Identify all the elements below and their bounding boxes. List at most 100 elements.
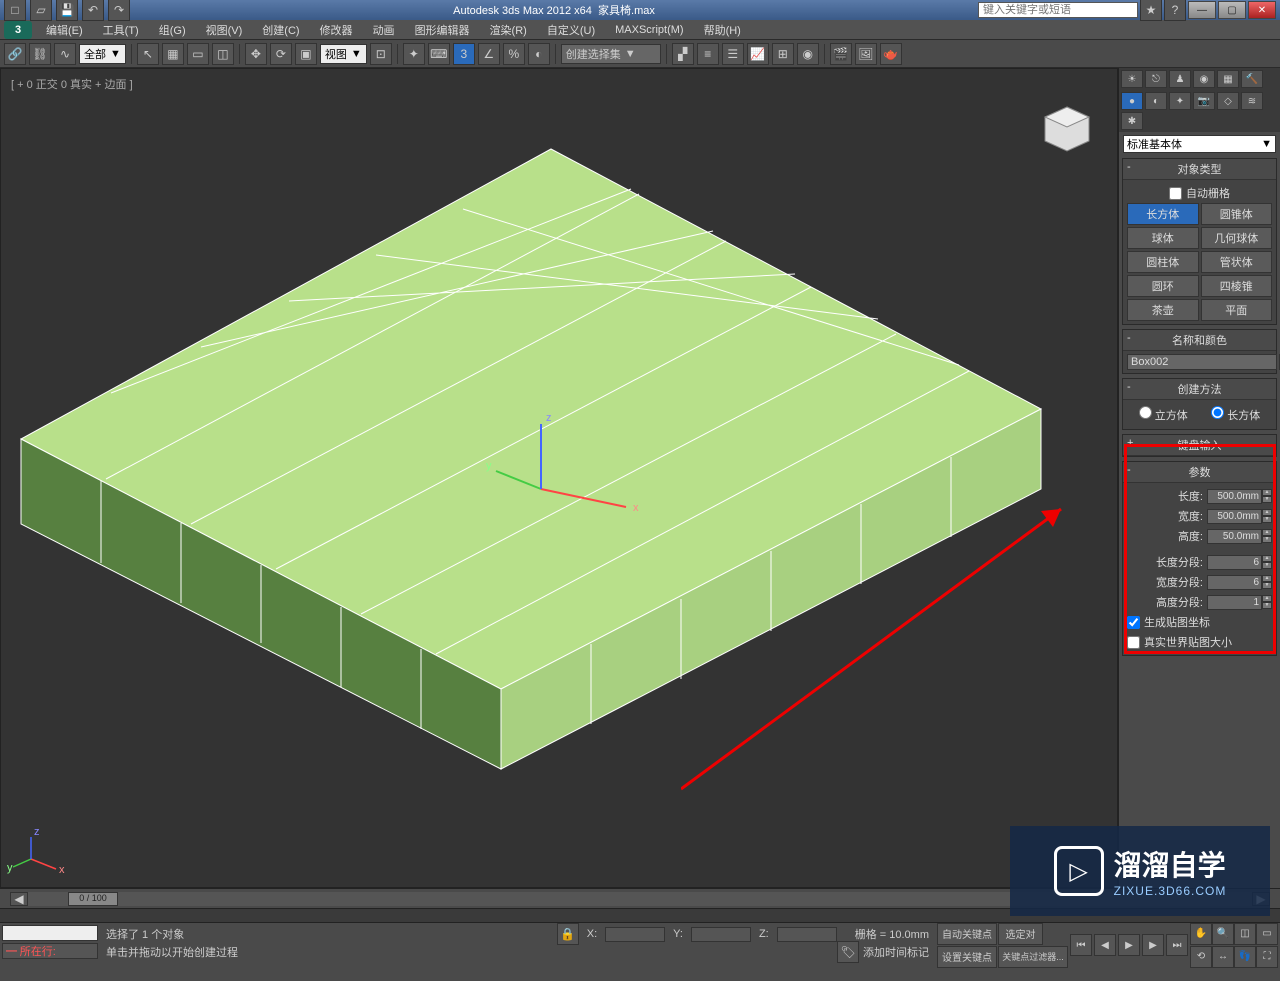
subtab-spacewarps-icon[interactable]: ≋ xyxy=(1241,92,1263,110)
select-name-icon[interactable]: ▦ xyxy=(162,43,184,65)
tab-motion-icon[interactable]: ◉ xyxy=(1193,70,1215,88)
menu-views[interactable]: 视图(V) xyxy=(196,20,253,40)
obj-torus-button[interactable]: 圆环 xyxy=(1127,275,1199,297)
play-icon[interactable]: ▶ xyxy=(1118,934,1140,956)
autokey-button[interactable]: 自动关键点 xyxy=(937,923,997,945)
angle-snap-icon[interactable]: ∠ xyxy=(478,43,500,65)
lock-icon[interactable]: 🔒 xyxy=(557,923,579,945)
viewport[interactable]: [ + 0 正交 0 真实 + 边面 ] xyxy=(0,68,1118,888)
menu-help[interactable]: 帮助(H) xyxy=(694,20,751,40)
menu-animation[interactable]: 动画 xyxy=(363,20,405,40)
obj-sphere-button[interactable]: 球体 xyxy=(1127,227,1199,249)
help-star-icon[interactable]: ★ xyxy=(1140,0,1162,21)
obj-plane-button[interactable]: 平面 xyxy=(1201,299,1273,321)
minimize-button[interactable]: — xyxy=(1188,1,1216,19)
menu-graph[interactable]: 图形编辑器 xyxy=(405,20,480,40)
goto-start-icon[interactable]: ⏮ xyxy=(1070,934,1092,956)
snap-toggle-icon[interactable]: 3 xyxy=(453,43,475,65)
select-icon[interactable]: ↖ xyxy=(137,43,159,65)
timetag-icon[interactable]: 🏷 xyxy=(837,941,859,963)
height-input[interactable] xyxy=(1207,529,1262,544)
tab-hierarchy-icon[interactable]: ♟ xyxy=(1169,70,1191,88)
wseg-input[interactable] xyxy=(1207,575,1262,590)
nav-pan-icon[interactable]: ✋ xyxy=(1190,923,1212,945)
nav-zoom-icon[interactable]: 🔍 xyxy=(1212,923,1234,945)
select-rect-icon[interactable]: ▭ xyxy=(187,43,209,65)
width-input[interactable] xyxy=(1207,509,1262,524)
app-icon[interactable]: 3 xyxy=(4,21,32,39)
obj-cone-button[interactable]: 圆锥体 xyxy=(1201,203,1273,225)
tab-create-icon[interactable]: ☀ xyxy=(1121,70,1143,88)
radio-box[interactable]: 长方体 xyxy=(1211,406,1260,423)
render-setup-icon[interactable]: 🎬 xyxy=(830,43,852,65)
object-name-input[interactable] xyxy=(1127,354,1277,370)
tab-utilities-icon[interactable]: 🔨 xyxy=(1241,70,1263,88)
menu-render[interactable]: 渲染(R) xyxy=(480,20,537,40)
move-icon[interactable]: ✥ xyxy=(245,43,267,65)
nav-max-icon[interactable]: ⛶ xyxy=(1256,946,1278,968)
add-timetag[interactable]: 添加时间标记 xyxy=(863,944,929,960)
subtab-shapes-icon[interactable]: ◐ xyxy=(1145,92,1167,110)
select-manip-icon[interactable]: ✦ xyxy=(403,43,425,65)
mirror-icon[interactable]: ▞ xyxy=(672,43,694,65)
coord-y[interactable] xyxy=(691,927,751,942)
subtab-cameras-icon[interactable]: 📷 xyxy=(1193,92,1215,110)
menu-modifiers[interactable]: 修改器 xyxy=(310,20,363,40)
length-up[interactable]: ▲ xyxy=(1262,489,1272,496)
menu-tools[interactable]: 工具(T) xyxy=(93,20,149,40)
scale-icon[interactable]: ▣ xyxy=(295,43,317,65)
rotate-icon[interactable]: ⟳ xyxy=(270,43,292,65)
refcoord-dropdown[interactable]: 视图▼ xyxy=(320,44,367,64)
curve-editor-icon[interactable]: 📈 xyxy=(747,43,769,65)
tab-display-icon[interactable]: ▦ xyxy=(1217,70,1239,88)
maximize-button[interactable]: ▢ xyxy=(1218,1,1246,19)
setkey-button[interactable]: 设置关键点 xyxy=(937,946,997,968)
unlink-icon[interactable]: ⛓ xyxy=(29,43,51,65)
help-icon[interactable]: ? xyxy=(1164,0,1186,21)
nav-region-icon[interactable]: ▭ xyxy=(1256,923,1278,945)
viewcube[interactable] xyxy=(1037,99,1097,159)
obj-box-button[interactable]: 长方体 xyxy=(1127,203,1199,225)
obj-teapot-button[interactable]: 茶壶 xyxy=(1127,299,1199,321)
nav-dolly-icon[interactable]: ↔ xyxy=(1212,946,1234,968)
radio-cube[interactable]: 立方体 xyxy=(1139,406,1188,423)
next-frame-icon[interactable]: ▶ xyxy=(1142,934,1164,956)
menu-customize[interactable]: 自定义(U) xyxy=(537,20,605,40)
percent-snap-icon[interactable]: % xyxy=(503,43,525,65)
selection-filter[interactable]: 全部▼ xyxy=(79,44,126,64)
menu-create[interactable]: 创建(C) xyxy=(252,20,309,40)
obj-cylinder-button[interactable]: 圆柱体 xyxy=(1127,251,1199,273)
window-crossing-icon[interactable]: ◫ xyxy=(212,43,234,65)
material-icon[interactable]: ◉ xyxy=(797,43,819,65)
close-button[interactable]: ✕ xyxy=(1248,1,1276,19)
lseg-input[interactable] xyxy=(1207,555,1262,570)
menu-edit[interactable]: 编辑(E) xyxy=(36,20,93,40)
qa-save-icon[interactable]: 💾 xyxy=(56,0,78,21)
length-down[interactable]: ▼ xyxy=(1262,496,1272,503)
menu-maxscript[interactable]: MAXScript(M) xyxy=(605,22,693,38)
tab-modify-icon[interactable]: ⎋ xyxy=(1145,70,1167,88)
named-selection-set[interactable]: 创建选择集▼ xyxy=(561,44,661,64)
spinner-snap-icon[interactable]: ◐ xyxy=(528,43,550,65)
bind-icon[interactable]: ∿ xyxy=(54,43,76,65)
schematic-icon[interactable]: ⊞ xyxy=(772,43,794,65)
qa-new-icon[interactable]: □ xyxy=(4,0,26,21)
autogrid-checkbox[interactable] xyxy=(1169,187,1182,200)
keyfilter-button[interactable]: 关键点过滤器... xyxy=(998,946,1068,968)
layers-icon[interactable]: ☰ xyxy=(722,43,744,65)
qa-redo-icon[interactable]: ↷ xyxy=(108,0,130,21)
realworld-checkbox[interactable] xyxy=(1127,636,1140,649)
coord-z[interactable] xyxy=(777,927,837,942)
prev-frame-icon[interactable]: ◀ xyxy=(1094,934,1116,956)
nav-orbit-icon[interactable]: ⟲ xyxy=(1190,946,1212,968)
link-icon[interactable]: 🔗 xyxy=(4,43,26,65)
category-dropdown[interactable]: 标准基本体▼ xyxy=(1123,135,1276,153)
pivot-icon[interactable]: ⊡ xyxy=(370,43,392,65)
hseg-input[interactable] xyxy=(1207,595,1262,610)
render-frame-icon[interactable]: 🖼 xyxy=(855,43,877,65)
subtab-geometry-icon[interactable]: ● xyxy=(1121,92,1143,110)
genmap-checkbox[interactable] xyxy=(1127,616,1140,629)
nav-fov-icon[interactable]: ◫ xyxy=(1234,923,1256,945)
subtab-helpers-icon[interactable]: ◇ xyxy=(1217,92,1239,110)
qa-undo-icon[interactable]: ↶ xyxy=(82,0,104,21)
